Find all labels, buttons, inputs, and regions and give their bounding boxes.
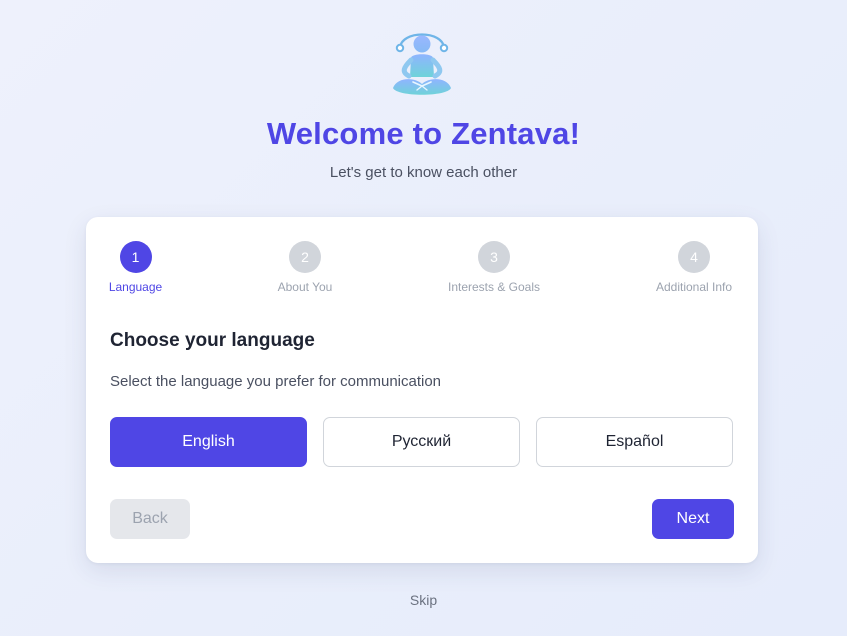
section-description: Select the language you prefer for commu… [110,373,442,390]
language-option-english[interactable]: English [110,417,307,467]
skip-link[interactable]: Skip [0,592,847,608]
step-number: 1 [119,241,152,273]
step-additional-info: 4 Additional Info [652,241,736,294]
section-title: Choose your language [110,330,315,351]
step-label: About You [277,280,333,294]
next-button[interactable]: Next [652,499,734,539]
step-label: Additional Info [655,280,733,294]
step-number: 3 [478,241,510,273]
step-number: 4 [678,241,710,273]
back-button[interactable]: Back [110,499,190,539]
step-about-you: 2 About You [275,241,335,294]
onboarding-card: 1 Language 2 About You 3 Interests & Goa… [86,217,758,563]
step-number: 2 [289,241,321,273]
language-option-russian[interactable]: Русский [323,417,520,467]
meditation-person-icon [393,33,451,95]
step-interests-goals: 3 Interests & Goals [448,241,540,294]
language-option-spanish[interactable]: Español [536,417,733,467]
step-label: Language [108,280,163,294]
page-subtitle: Let's get to know each other [329,164,518,181]
step-label: Interests & Goals [447,280,541,294]
page-title: Welcome to Zentava! [266,116,581,151]
step-language: 1 Language [108,241,163,294]
